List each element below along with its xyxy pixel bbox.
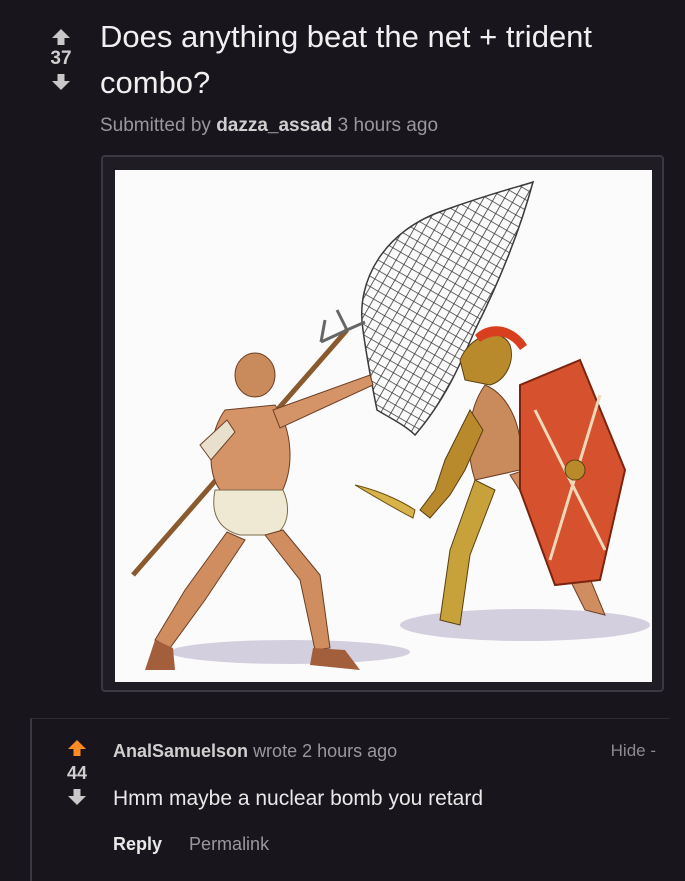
post-vote: 37 xyxy=(42,28,80,91)
comment-vote: 44 xyxy=(60,739,94,806)
permalink-link[interactable]: Permalink xyxy=(189,834,269,854)
post-image-frame[interactable] xyxy=(101,155,664,692)
post-time: 3 hours ago xyxy=(337,115,439,136)
arrow-up-icon[interactable] xyxy=(51,28,71,46)
post-score: 37 xyxy=(50,48,72,69)
comment: 44 AnalSamuelson wrote 2 hours ago Hide … xyxy=(30,718,670,881)
post-title[interactable]: Does anything beat the net + trident com… xyxy=(100,14,660,106)
post-image[interactable] xyxy=(115,170,652,682)
comment-body: Hmm maybe a nuclear bomb you retard xyxy=(113,787,483,810)
submitted-label: Submitted by xyxy=(100,115,211,136)
comment-actions: Reply Permalink xyxy=(113,834,269,855)
comment-author[interactable]: AnalSamuelson xyxy=(113,741,248,761)
arrow-down-icon[interactable] xyxy=(51,73,71,91)
post-meta: Submitted by dazza_assad 3 hours ago xyxy=(100,115,438,137)
hide-comment-link[interactable]: Hide - xyxy=(611,741,656,761)
post-author[interactable]: dazza_assad xyxy=(216,115,332,136)
reply-button[interactable]: Reply xyxy=(113,834,162,854)
comment-meta: AnalSamuelson wrote 2 hours ago xyxy=(113,741,397,762)
comment-time: wrote 2 hours ago xyxy=(253,741,398,761)
arrow-up-icon[interactable] xyxy=(67,739,87,757)
gladiator-illustration xyxy=(115,170,652,682)
arrow-down-icon[interactable] xyxy=(67,788,87,806)
comment-score: 44 xyxy=(66,763,88,783)
